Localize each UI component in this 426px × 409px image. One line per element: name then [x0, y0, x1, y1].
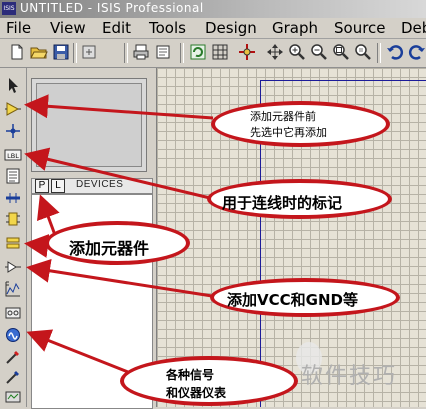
menu-bar: File View Edit Tools Design Graph Source…: [0, 18, 426, 39]
callout-wire-label-text: 用于连线时的标记: [222, 194, 343, 212]
mode-toolbar: LBL: [0, 68, 27, 407]
menu-debug[interactable]: Deb: [401, 19, 426, 37]
generator-icon[interactable]: [4, 326, 22, 344]
toolbar-separator: [377, 43, 381, 63]
toolbar: [0, 39, 426, 68]
callout-signals-line1: 各种信号: [166, 368, 215, 382]
zoom-out-icon[interactable]: [310, 43, 328, 61]
redo-icon[interactable]: [408, 43, 426, 61]
bus-icon[interactable]: [4, 189, 22, 207]
component-icon[interactable]: [4, 100, 22, 118]
save-icon[interactable]: [52, 43, 70, 61]
print-setup-icon[interactable]: [154, 43, 172, 61]
callout-pick-first: 添加元器件前 先选中它再添加: [211, 101, 390, 147]
library-manager-button[interactable]: L: [51, 179, 65, 193]
toolbar-separator: [124, 43, 128, 63]
device-pin-icon[interactable]: [4, 258, 22, 276]
text-script-icon[interactable]: [4, 167, 22, 185]
graph-icon[interactable]: [4, 280, 22, 298]
wire-label-icon[interactable]: LBL: [4, 146, 22, 164]
app-logo-icon: ISIS: [2, 2, 16, 15]
voltage-probe-icon[interactable]: [4, 348, 22, 366]
watermark: 软件技巧: [301, 363, 398, 388]
open-folder-icon[interactable]: [30, 43, 48, 61]
zoom-in-icon[interactable]: [288, 43, 306, 61]
callout-wire-label: 用于连线时的标记: [207, 179, 392, 219]
callout-signals-instruments: 各种信号 和仪器仪表: [120, 356, 298, 406]
subcircuit-icon[interactable]: [4, 210, 22, 228]
menu-file[interactable]: File: [6, 19, 31, 37]
callout-signals-line2: 和仪器仪表: [166, 386, 227, 400]
title-bar: ISIS UNTITLED - ISIS Professional: [0, 0, 426, 18]
toolbar-separator: [73, 43, 77, 63]
print-icon[interactable]: [132, 43, 150, 61]
zoom-all-icon[interactable]: [332, 43, 350, 61]
junction-dot-icon[interactable]: [4, 122, 22, 140]
overview-sheet: [36, 83, 142, 167]
device-selector-header: P L DEVICES: [31, 178, 153, 194]
menu-view[interactable]: View: [50, 19, 86, 37]
menu-design[interactable]: Design: [205, 19, 257, 37]
toolbar-separator: [180, 43, 184, 63]
menu-source[interactable]: Source: [334, 19, 386, 37]
menu-tools[interactable]: Tools: [149, 19, 186, 37]
grid-icon[interactable]: [211, 43, 229, 61]
devices-label: DEVICES: [76, 179, 124, 190]
callout-add-vcc-gnd: 添加VCC和GND等: [210, 278, 400, 317]
tape-recorder-icon[interactable]: [4, 304, 22, 322]
origin-icon[interactable]: [238, 43, 256, 61]
zoom-area-icon[interactable]: [354, 43, 372, 61]
new-file-icon[interactable]: [8, 43, 26, 61]
refresh-icon[interactable]: [189, 43, 207, 61]
pan-icon[interactable]: [266, 43, 284, 61]
menu-graph[interactable]: Graph: [272, 19, 318, 37]
window-title: UNTITLED - ISIS Professional: [20, 1, 204, 15]
virtual-instrument-icon[interactable]: [4, 388, 22, 406]
terminal-icon[interactable]: [4, 234, 22, 252]
callout-pick-first-line1: 添加元器件前: [250, 110, 316, 123]
callout-add-component-text: 添加元器件: [69, 239, 150, 258]
callout-add-vcc-gnd-text: 添加VCC和GND等: [227, 291, 358, 309]
overview-window[interactable]: [31, 78, 147, 172]
menu-edit[interactable]: Edit: [102, 19, 131, 37]
svg-text:LBL: LBL: [7, 152, 19, 160]
undo-icon[interactable]: [386, 43, 404, 61]
pick-devices-button[interactable]: P: [35, 179, 49, 193]
import-icon[interactable]: [80, 43, 98, 61]
callout-pick-first-line2: 先选中它再添加: [250, 126, 327, 139]
select-arrow-icon[interactable]: [4, 76, 22, 94]
current-probe-icon[interactable]: [4, 368, 22, 386]
callout-add-component: 添加元器件: [45, 221, 190, 265]
